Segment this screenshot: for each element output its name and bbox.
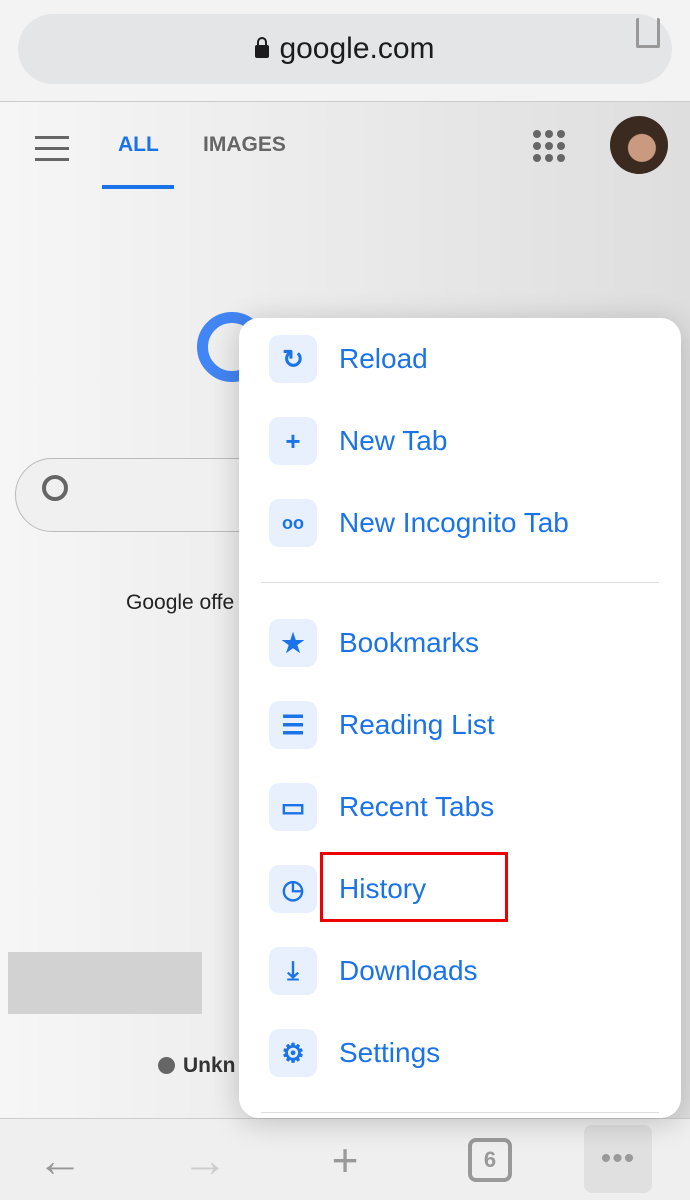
location-text: Unkn: [158, 1054, 236, 1078]
menu-item-reading-list[interactable]: ☰ Reading List: [269, 700, 495, 750]
tab-count: 6: [468, 1138, 512, 1182]
language-offer-text: Google offe: [126, 591, 235, 614]
bottom-toolbar: ← → + 6 •••: [0, 1118, 690, 1200]
plus-icon: +: [269, 417, 317, 465]
tab-switcher-button[interactable]: 6: [465, 1119, 515, 1201]
search-icon: [42, 475, 68, 501]
gear-icon: ⚙: [269, 1029, 317, 1077]
address-bar[interactable]: google.com: [18, 14, 672, 84]
hamburger-menu-icon[interactable]: [35, 136, 69, 169]
menu-item-recent-tabs[interactable]: ▭ Recent Tabs: [269, 782, 494, 832]
browser-top-bar: google.com: [0, 0, 690, 102]
tab-images[interactable]: IMAGES: [203, 133, 286, 157]
lock-icon: [255, 36, 270, 58]
active-tab-indicator: [102, 185, 174, 189]
share-icon[interactable]: [636, 18, 660, 48]
history-highlight-box: [320, 852, 508, 922]
location-dot-icon: [158, 1057, 175, 1074]
avatar[interactable]: [610, 116, 668, 174]
new-tab-button[interactable]: +: [315, 1119, 375, 1201]
menu-divider: [261, 582, 659, 583]
menu-item-reload[interactable]: ↻ Reload: [269, 334, 428, 384]
forward-button[interactable]: →: [175, 1119, 235, 1201]
apps-grid-icon[interactable]: [533, 130, 565, 162]
back-button[interactable]: ←: [30, 1119, 90, 1201]
reload-icon: ↻: [269, 335, 317, 383]
menu-divider: [261, 1112, 659, 1113]
menu-item-new-incognito-tab[interactable]: oo New Incognito Tab: [269, 498, 569, 548]
menu-item-new-tab[interactable]: + New Tab: [269, 416, 447, 466]
menu-item-downloads[interactable]: ⤓ Downloads: [269, 946, 478, 996]
menu-item-bookmarks[interactable]: ★ Bookmarks: [269, 618, 479, 668]
list-icon: ☰: [269, 701, 317, 749]
incognito-icon: oo: [269, 499, 317, 547]
page-banner: [8, 952, 202, 1014]
devices-icon: ▭: [269, 783, 317, 831]
download-icon: ⤓: [269, 947, 317, 995]
tab-all[interactable]: ALL: [118, 133, 159, 157]
history-icon: ◷: [269, 865, 317, 913]
url-text: google.com: [279, 32, 435, 65]
more-menu-button[interactable]: •••: [584, 1125, 652, 1193]
star-icon: ★: [269, 619, 317, 667]
overflow-menu: ↻ Reload + New Tab oo New Incognito Tab ★ Bo…: [239, 318, 681, 1118]
menu-item-settings[interactable]: ⚙ Settings: [269, 1028, 440, 1078]
